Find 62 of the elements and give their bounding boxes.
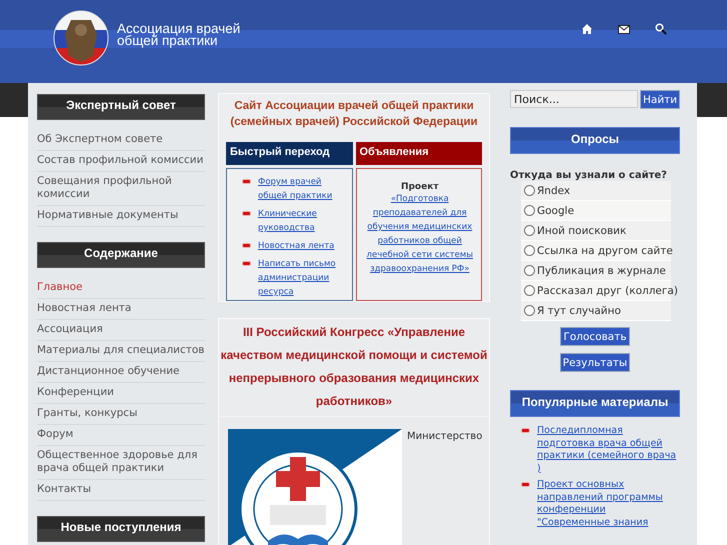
bullet-icon (521, 482, 530, 487)
link[interactable]: Написать письмо администрации ресурса (258, 257, 348, 299)
menu-item[interactable]: Форум (37, 425, 205, 446)
logo-icon[interactable] (53, 10, 109, 66)
bullet-icon (242, 211, 251, 216)
menu-item[interactable]: Общественное здоровье для врача общей практики (37, 446, 205, 480)
poll-question: Откуда вы узнали о сайте? (510, 170, 668, 181)
announcement-label: Проект (400, 182, 440, 192)
option-label: Рассказал друг (коллега) (537, 284, 678, 296)
menu-item[interactable]: Материалы для специалистов (37, 341, 205, 362)
menu-item[interactable]: Ассоциация (37, 320, 205, 341)
radio-button[interactable] (524, 185, 535, 196)
site-title: Ассоциация врачей (117, 23, 240, 35)
section-header: Содержание (37, 242, 205, 268)
menu-item[interactable]: Контакты (37, 480, 205, 501)
menu-item[interactable]: Конференции (37, 383, 205, 404)
radio-button[interactable] (524, 205, 535, 216)
radio-button[interactable] (524, 305, 535, 316)
menu-item[interactable]: Состав профильной комиссии (37, 151, 205, 172)
poll-button[interactable]: Результаты (560, 353, 630, 372)
bullet-icon (242, 179, 251, 184)
option-label: Яndex (537, 184, 570, 196)
search-button[interactable]: Найти (640, 90, 680, 109)
site-title: общей практики (117, 35, 218, 47)
bullet-icon (242, 261, 251, 266)
menu-item[interactable]: Об Экспертном совете (37, 130, 205, 151)
radio-button[interactable] (524, 225, 535, 236)
home-icon[interactable] (581, 23, 593, 35)
link[interactable]: «Подготовка преподавателей для обучения медицинских работников общей лечебной сети системы здравоохранения РФ» (362, 192, 477, 276)
option-label: Google (537, 204, 574, 216)
link[interactable]: Форум врачей общей практики (258, 175, 348, 203)
radio-button[interactable] (524, 265, 535, 276)
menu-item[interactable]: Новостная лента (37, 299, 205, 320)
option-label: Публикация в журнале (537, 264, 666, 276)
bullet-icon (521, 428, 530, 433)
menu-item[interactable]: Гранты, конкурсы (37, 404, 205, 425)
section-header: Новые поступления (37, 516, 205, 542)
option-label: Я тут случайно (537, 304, 621, 316)
column-header: Быстрый переход (226, 142, 352, 165)
link[interactable]: Новостная лента (258, 239, 334, 253)
menu-item[interactable]: Совещания профильной комиссии (37, 172, 205, 206)
search-icon[interactable] (655, 23, 667, 35)
poll-button[interactable]: Голосовать (560, 327, 630, 346)
option-label: Иной поисковик (537, 224, 626, 236)
menu-item[interactable]: Дистанционное обучение (37, 362, 205, 383)
news-text: Министерство (407, 431, 482, 442)
radio-button[interactable] (524, 245, 535, 256)
section-header: Экспертный совет (37, 94, 205, 120)
menu-item[interactable]: Нормативные документы (37, 206, 205, 227)
bullet-icon (242, 243, 251, 248)
section-header: Популярные материалы (510, 390, 680, 417)
menu-item[interactable]: Главное (37, 278, 205, 299)
search-field[interactable]: Поиск... (510, 90, 638, 108)
link[interactable]: Последипломная подготовка врача общей практики (семейного врача ) (537, 425, 680, 475)
link[interactable]: Клинические руководства (258, 207, 348, 235)
section-header: Опросы (510, 127, 680, 154)
site-heading: Сайт Ассоциации врачей общей практики (семейных врачей) Российской Федерации (229, 99, 479, 130)
link[interactable]: Проект основных направлений программы конференции "Современные знания (537, 479, 680, 529)
mail-icon[interactable] (618, 23, 630, 35)
radio-button[interactable] (524, 285, 535, 296)
option-label: Ссылка на другом сайте (537, 244, 673, 256)
column-header: Объявления (356, 142, 482, 165)
